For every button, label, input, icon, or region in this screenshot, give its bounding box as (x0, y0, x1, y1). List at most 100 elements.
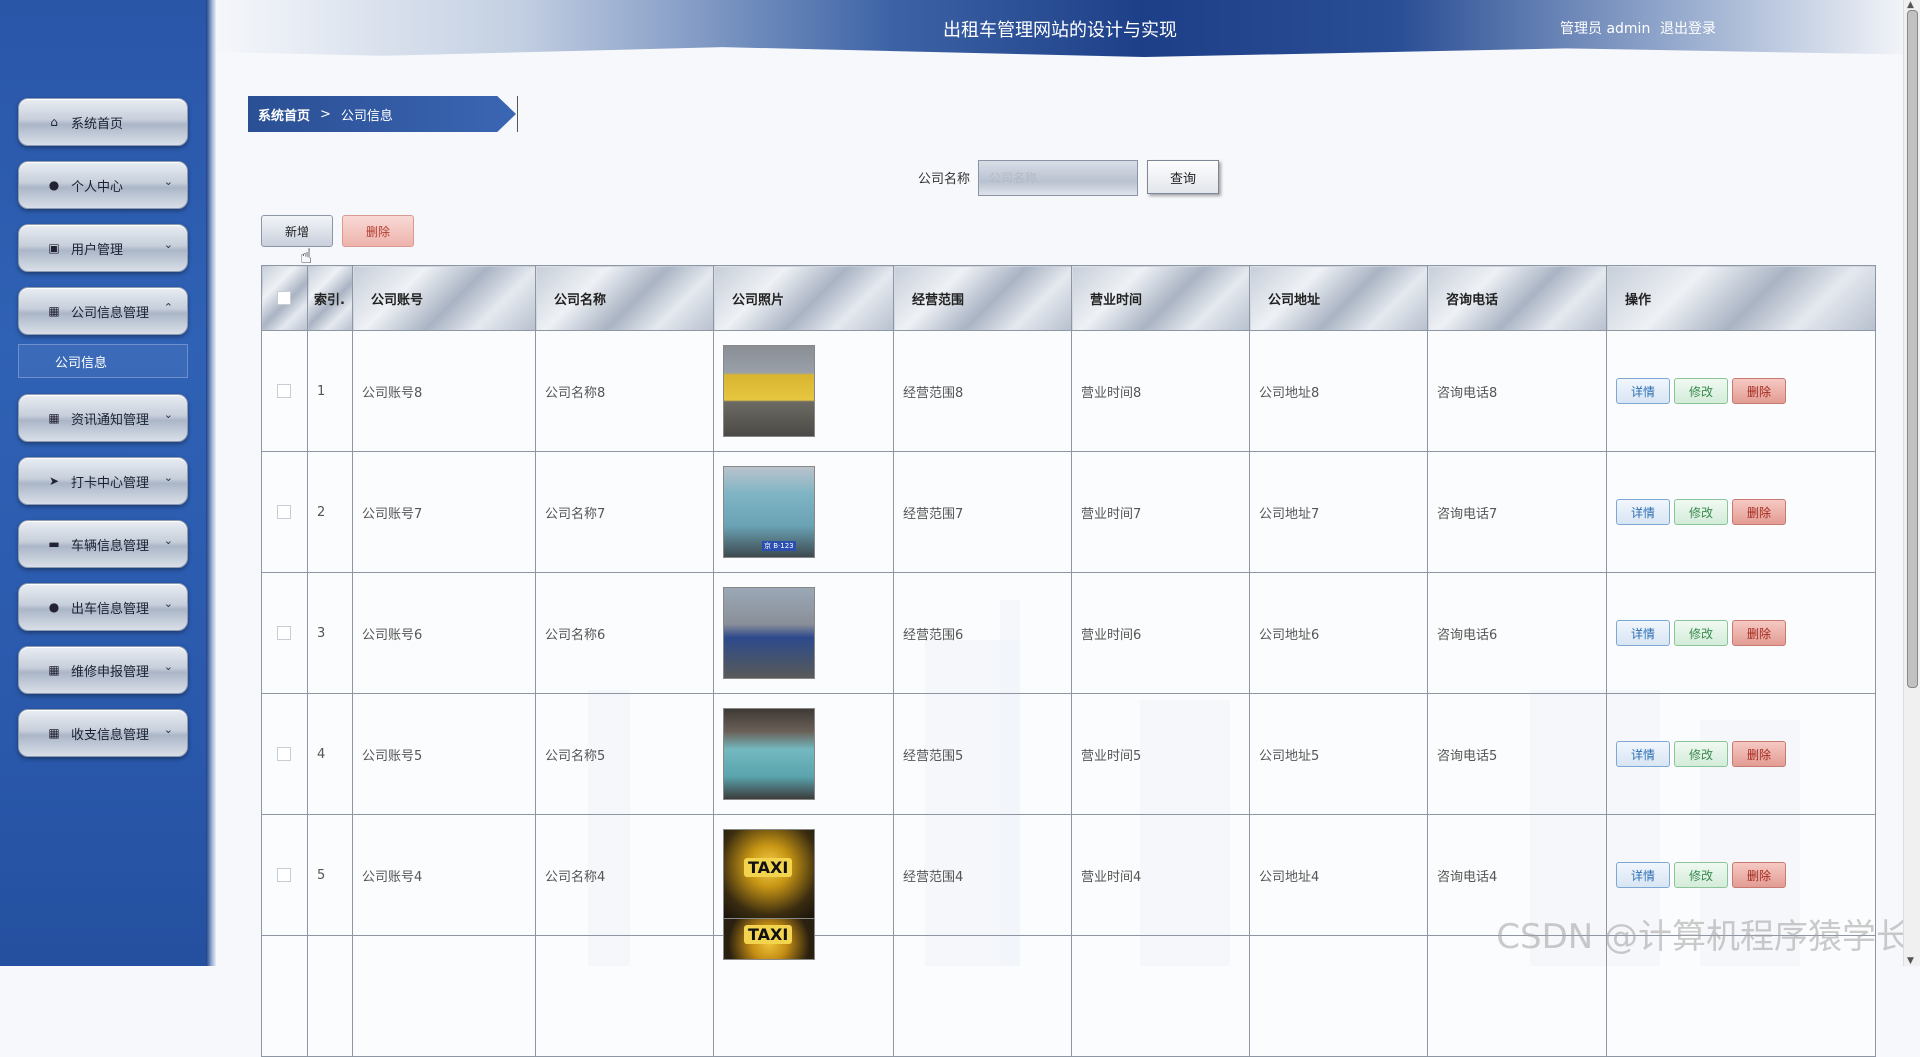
chevron-icon: ⌄ (163, 408, 173, 421)
checkbox-icon[interactable] (277, 291, 291, 305)
sidebar-item[interactable]: ▦ 资讯通知管理 ⌄ (18, 394, 188, 442)
cell-address: 公司地址4 (1249, 814, 1428, 936)
cell-scope (893, 935, 1072, 1057)
edit-button[interactable]: 修改 (1674, 741, 1728, 767)
company-name-search-input[interactable] (978, 160, 1138, 196)
column-header: 索引. (307, 265, 353, 331)
sidebar-item[interactable]: ▬ 车辆信息管理 ⌄ (18, 520, 188, 568)
watermark: CSDN @计算机程序猿学长 (1496, 917, 1910, 957)
user-icon: ● (48, 600, 60, 614)
chevron-icon: ⌄ (163, 597, 173, 610)
breadcrumb-separator: > (320, 106, 331, 122)
scroll-down-icon[interactable]: ▼ (1907, 956, 1914, 966)
cell-index: 3 (307, 572, 353, 694)
detail-button[interactable]: 详情 (1616, 862, 1670, 888)
delete-button[interactable]: 删除 (1732, 862, 1786, 888)
column-header: 操作 (1606, 265, 1876, 331)
sidebar-item[interactable]: ▦ 维修申报管理 ⌄ (18, 646, 188, 694)
sidebar-item[interactable]: ▦ 收支信息管理 ⌄ (18, 709, 188, 757)
sidebar-item[interactable]: ➤ 打卡中心管理 ⌄ (18, 457, 188, 505)
cell-hours: 营业时间6 (1071, 572, 1250, 694)
cell-photo (713, 330, 894, 452)
add-button[interactable]: 新增 (261, 215, 333, 247)
row-checkbox[interactable] (261, 451, 308, 573)
checkbox-icon[interactable] (277, 384, 291, 398)
company-photo[interactable] (723, 708, 815, 800)
sidebar-item-label: 个人中心 (71, 179, 124, 195)
page-scrollbar[interactable]: ▲ ▼ (1903, 0, 1920, 966)
column-header: 公司账号 (352, 265, 536, 331)
cell-hours: 营业时间4 (1071, 814, 1250, 936)
cell-hours (1071, 935, 1250, 1057)
row-checkbox[interactable] (261, 814, 308, 936)
company-photo[interactable]: TAXI (723, 829, 815, 921)
sidebar-item[interactable]: ▣ 用户管理 ⌄ (18, 224, 188, 272)
delete-button[interactable]: 删除 (1732, 378, 1786, 404)
cell-address: 公司地址6 (1249, 572, 1428, 694)
company-photo[interactable] (723, 345, 815, 437)
column-header: 营业时间 (1071, 265, 1250, 331)
checkbox-icon[interactable] (277, 626, 291, 640)
cell-address (1249, 935, 1428, 1057)
company-photo[interactable]: 京 B·123 (723, 466, 815, 558)
sidebar-item[interactable]: ▦ 公司信息管理 ⌃ (18, 287, 188, 335)
cell-phone: 咨询电话8 (1427, 330, 1607, 452)
scroll-up-icon[interactable]: ▲ (1907, 0, 1914, 10)
edit-button[interactable]: 修改 (1674, 620, 1728, 646)
sidebar-subitem-company-info[interactable]: 公司信息 (18, 344, 188, 378)
edit-button[interactable]: 修改 (1674, 499, 1728, 525)
bulk-delete-button[interactable]: 删除 (342, 215, 414, 247)
company-photo[interactable]: TAXI (723, 918, 815, 960)
cell-name: 公司名称8 (535, 330, 714, 452)
sidebar-item[interactable]: ● 出车信息管理 ⌄ (18, 583, 188, 631)
cell-scope: 经营范围6 (893, 572, 1072, 694)
row-checkbox[interactable] (261, 693, 308, 815)
row-checkbox[interactable] (261, 572, 308, 694)
company-photo[interactable] (723, 587, 815, 679)
breadcrumb-current: 公司信息 (340, 108, 393, 124)
select-all-checkbox[interactable] (261, 265, 308, 331)
detail-button[interactable]: 详情 (1616, 378, 1670, 404)
sidebar-item[interactable]: ● 个人中心 ⌄ (18, 161, 188, 209)
delete-button[interactable]: 删除 (1732, 620, 1786, 646)
row-checkbox[interactable] (261, 330, 308, 452)
cell-address: 公司地址5 (1249, 693, 1428, 815)
delete-button[interactable]: 删除 (1732, 499, 1786, 525)
row-checkbox[interactable] (261, 935, 308, 1057)
detail-button[interactable]: 详情 (1616, 620, 1670, 646)
sidebar-item-label: 资讯通知管理 (71, 412, 150, 428)
grid-icon: ▦ (48, 663, 60, 677)
detail-button[interactable]: 详情 (1616, 741, 1670, 767)
column-header: 公司照片 (713, 265, 894, 331)
cell-account: 公司账号5 (352, 693, 536, 815)
grid-icon: ▦ (48, 304, 60, 318)
breadcrumb-divider (517, 96, 518, 132)
edit-button[interactable]: 修改 (1674, 862, 1728, 888)
search-button[interactable]: 查询 (1147, 160, 1219, 194)
header-banner: 出租车管理网站的设计与实现 管理员 admin 退出登录 (216, 0, 1904, 58)
checkbox-icon[interactable] (277, 747, 291, 761)
table-row: 3 公司账号6 公司名称6 经营范围6 营业时间6 公司地址6 咨询电话6 详情 修改 删除 (261, 572, 1876, 694)
sidebar-item[interactable]: ⌂ 系统首页 (18, 98, 188, 146)
edit-button[interactable]: 修改 (1674, 378, 1728, 404)
cell-index (307, 935, 353, 1057)
breadcrumb-home[interactable]: 系统首页 (258, 105, 310, 124)
table-row: 1 公司账号8 公司名称8 经营范围8 营业时间8 公司地址8 咨询电话8 详情 修改 删除 (261, 330, 1876, 452)
current-user: 管理员 admin (1560, 21, 1651, 37)
cell-index: 1 (307, 330, 353, 452)
cell-phone: 咨询电话6 (1427, 572, 1607, 694)
chevron-icon: ⌄ (163, 238, 173, 251)
checkbox-icon[interactable] (277, 868, 291, 882)
cell-name: 公司名称6 (535, 572, 714, 694)
detail-button[interactable]: 详情 (1616, 499, 1670, 525)
column-header: 公司名称 (535, 265, 714, 331)
cell-index: 4 (307, 693, 353, 815)
delete-button[interactable]: 删除 (1732, 741, 1786, 767)
scrollbar-thumb[interactable] (1907, 10, 1918, 688)
chevron-icon: ⌄ (163, 175, 173, 188)
logout-link[interactable]: 退出登录 (1660, 18, 1716, 38)
cell-photo (713, 572, 894, 694)
checkbox-icon[interactable] (277, 505, 291, 519)
taxi-sign-text: TAXI (744, 925, 793, 944)
column-header: 公司地址 (1249, 265, 1428, 331)
